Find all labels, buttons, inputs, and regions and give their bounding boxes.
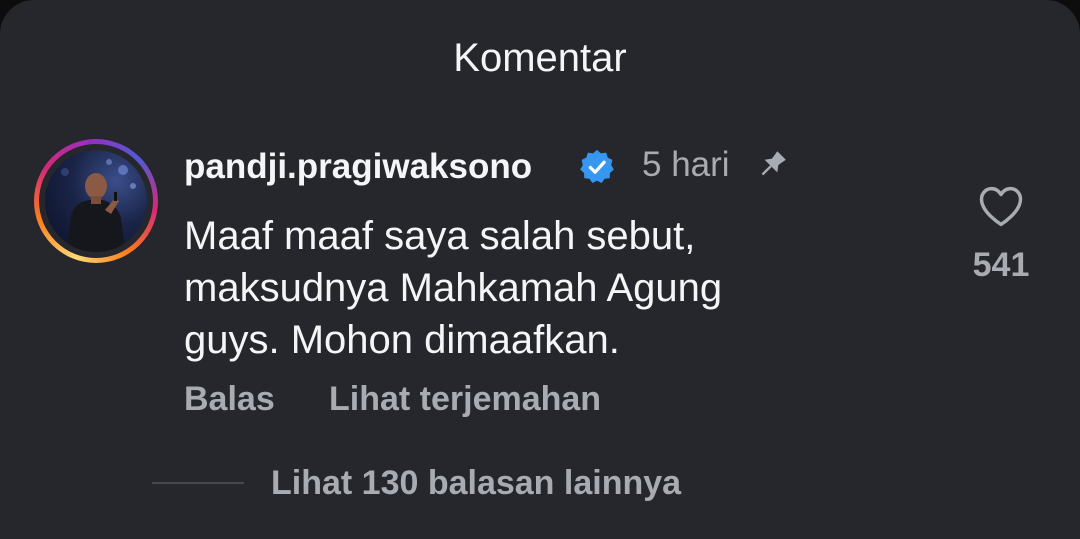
avatar-photo <box>45 150 147 252</box>
comments-sheet: Komentar pandji.pragiwaksono 5 hari Maaf… <box>0 0 1080 539</box>
comment-text-line: Maaf maaf saya salah sebut, <box>184 214 696 258</box>
avatar[interactable] <box>34 139 158 263</box>
verified-badge-icon <box>578 148 616 186</box>
pin-icon <box>754 147 790 183</box>
comment-text-line: guys. Mohon dimaafkan. <box>184 318 620 362</box>
comment-time: 5 hari <box>642 145 730 184</box>
comment-text: Maaf maaf saya salah sebut, maksudnya Ma… <box>184 210 904 366</box>
view-more-replies-button[interactable]: Lihat 130 balasan lainnya <box>271 462 681 504</box>
comment-text-line: maksudnya Mahkamah Agung <box>184 266 723 310</box>
sheet-title: Komentar <box>453 36 627 80</box>
replies-divider <box>152 482 244 484</box>
comment-username[interactable]: pandji.pragiwaksono <box>184 146 532 188</box>
see-translation-button[interactable]: Lihat terjemahan <box>329 378 601 420</box>
heart-outline-icon[interactable] <box>975 180 1027 232</box>
reply-button[interactable]: Balas <box>184 378 275 420</box>
like-count: 541 <box>972 246 1030 284</box>
